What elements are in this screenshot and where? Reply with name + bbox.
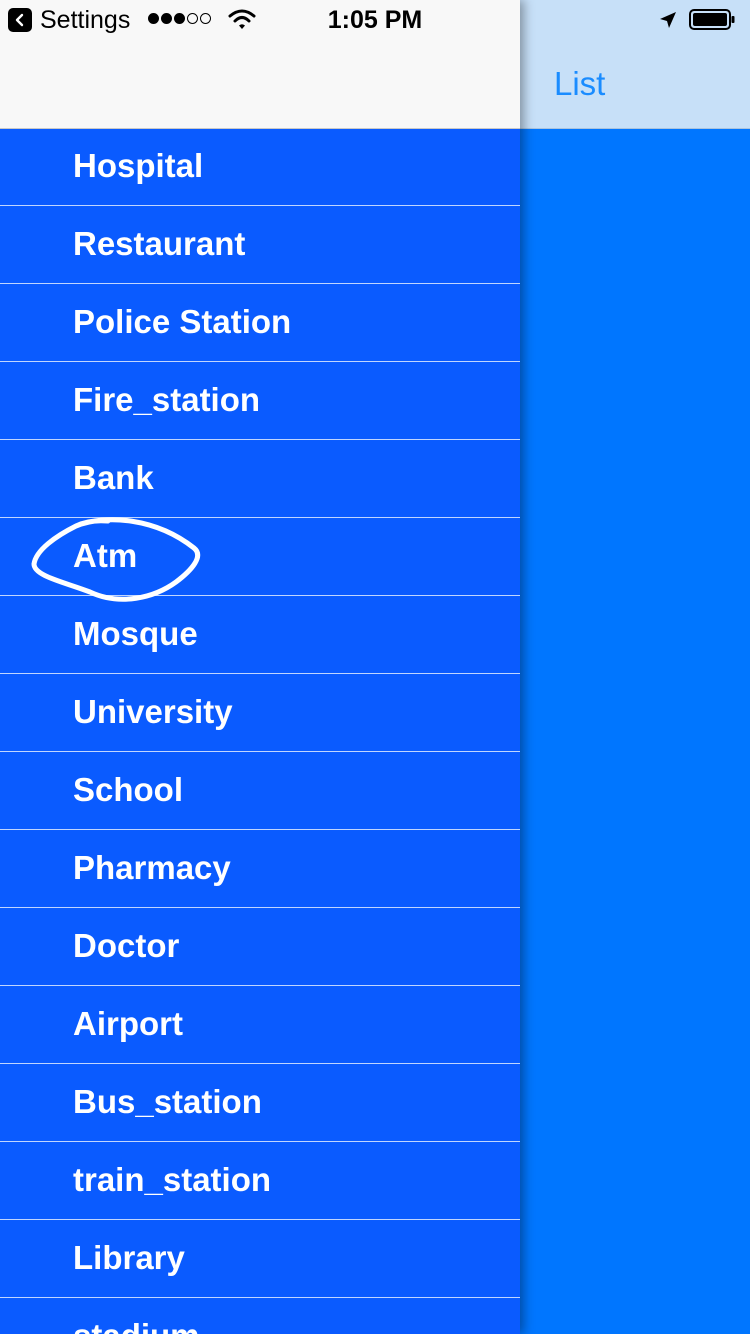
drawer-item-pharmacy[interactable]: Pharmacy	[0, 830, 520, 908]
drawer-item-label: Fire_station	[73, 381, 261, 418]
drawer-item-school[interactable]: School	[0, 752, 520, 830]
drawer-item-hospital[interactable]: Hospital	[0, 128, 520, 206]
drawer-item-atm[interactable]: Atm	[0, 518, 520, 596]
drawer-item-doctor[interactable]: Doctor	[0, 908, 520, 986]
drawer-item-library[interactable]: Library	[0, 1220, 520, 1298]
drawer-item-label: Pharmacy	[73, 849, 231, 886]
drawer-item-university[interactable]: University	[0, 674, 520, 752]
drawer-item-label: Doctor	[73, 927, 180, 964]
battery-icon	[689, 9, 735, 30]
drawer-item-label: School	[73, 771, 184, 808]
drawer-item-label: Restaurant	[73, 225, 246, 262]
drawer-item-label: Hospital	[73, 147, 204, 184]
drawer-item-label: Airport	[73, 1005, 183, 1042]
drawer-item-restaurant[interactable]: Restaurant	[0, 206, 520, 284]
app-screen: List Hospital Restaurant Police Station Fir…	[0, 0, 750, 1334]
drawer-item-fire-station[interactable]: Fire_station	[0, 362, 520, 440]
drawer-item-label: Mosque	[73, 615, 198, 652]
drawer-item-label: University	[73, 693, 233, 730]
side-drawer: Hospital Restaurant Police Station Fire_sta…	[0, 0, 520, 1334]
drawer-list: Hospital Restaurant Police Station Fire_sta…	[0, 128, 520, 1334]
drawer-item-bank[interactable]: Bank	[0, 440, 520, 518]
status-bar: Settings 1:05 PM	[0, 0, 750, 40]
drawer-item-police-station[interactable]: Police Station	[0, 284, 520, 362]
main-title: List	[554, 65, 606, 102]
drawer-item-airport[interactable]: Airport	[0, 986, 520, 1064]
drawer-item-train-station[interactable]: train_station	[0, 1142, 520, 1220]
drawer-item-label: Bank	[73, 459, 154, 496]
drawer-item-mosque[interactable]: Mosque	[0, 596, 520, 674]
drawer-item-stadium[interactable]: stadium	[0, 1298, 520, 1334]
location-arrow-icon	[660, 12, 676, 28]
drawer-item-label: Police Station	[73, 303, 292, 340]
drawer-item-label: stadium	[73, 1316, 200, 1334]
drawer-item-label: Atm	[73, 537, 138, 574]
drawer-item-label: train_station	[73, 1161, 272, 1198]
drawer-item-bus-station[interactable]: Bus_station	[0, 1064, 520, 1142]
drawer-item-label: Bus_station	[73, 1083, 262, 1120]
drawer-item-label: Library	[73, 1239, 185, 1276]
status-time: 1:05 PM	[327, 6, 423, 34]
main-panel[interactable]: List	[520, 0, 750, 1334]
